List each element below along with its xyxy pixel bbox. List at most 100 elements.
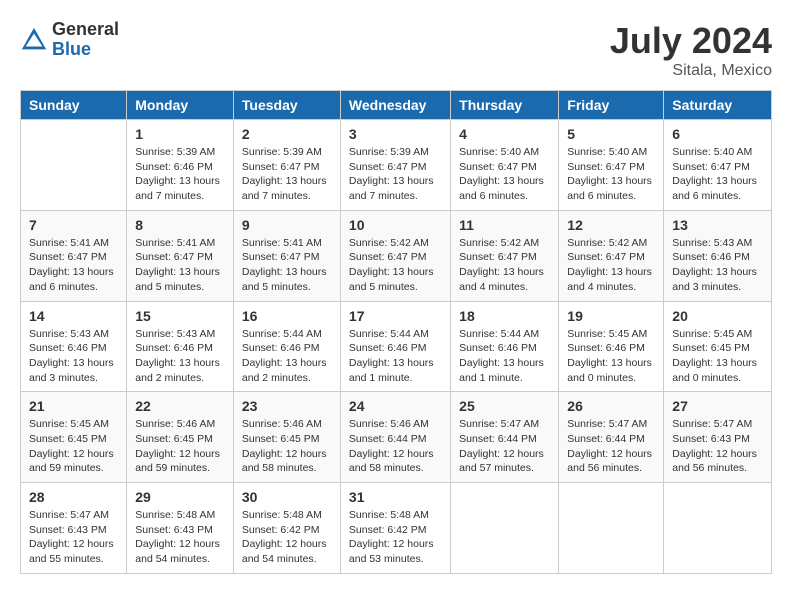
- calendar-week-5: 28 Sunrise: 5:47 AM Sunset: 6:43 PM Dayli…: [21, 483, 772, 574]
- day-number: 26: [567, 398, 655, 414]
- calendar-cell: 28 Sunrise: 5:47 AM Sunset: 6:43 PM Dayli…: [21, 483, 127, 574]
- day-number: 17: [349, 308, 442, 324]
- day-number: 10: [349, 217, 442, 233]
- day-info: Sunrise: 5:47 AM Sunset: 6:44 PM Dayligh…: [459, 417, 550, 476]
- calendar-cell: 9Sunrise: 5:41 AM Sunset: 6:47 PM Daylig…: [233, 210, 340, 301]
- day-info: Sunrise: 5:42 AM Sunset: 6:47 PM Dayligh…: [567, 236, 655, 295]
- day-info: Sunrise: 5:47 AM Sunset: 6:44 PM Dayligh…: [567, 417, 655, 476]
- day-info: Sunrise: 5:41 AM Sunset: 6:47 PM Dayligh…: [135, 236, 225, 295]
- day-number: 5: [567, 126, 655, 142]
- page-header: General Blue July 2024 Sitala, Mexico: [20, 20, 772, 80]
- day-number: 16: [242, 308, 332, 324]
- day-number: 6: [672, 126, 763, 142]
- calendar-cell: 6 Sunrise: 5:40 AM Sunset: 6:47 PM Daylig…: [664, 120, 772, 211]
- calendar-cell: 7 Sunrise: 5:41 AM Sunset: 6:47 PM Daylig…: [21, 210, 127, 301]
- day-number: 18: [459, 308, 550, 324]
- month-year: July 2024: [610, 20, 772, 62]
- logo-text: General Blue: [52, 20, 119, 60]
- calendar-cell: 1Sunrise: 5:39 AM Sunset: 6:46 PM Daylig…: [127, 120, 234, 211]
- day-info: Sunrise: 5:40 AM Sunset: 6:47 PM Dayligh…: [567, 145, 655, 204]
- day-info: Sunrise: 5:42 AM Sunset: 6:47 PM Dayligh…: [459, 236, 550, 295]
- day-number: 9: [242, 217, 332, 233]
- header-wednesday: Wednesday: [340, 91, 450, 120]
- day-number: 20: [672, 308, 763, 324]
- logo-icon: [20, 26, 48, 54]
- calendar-cell: 30 Sunrise: 5:48 AM Sunset: 6:42 PM Dayli…: [233, 483, 340, 574]
- day-number: 31: [349, 489, 442, 505]
- calendar-cell: [21, 120, 127, 211]
- calendar-week-2: 7 Sunrise: 5:41 AM Sunset: 6:47 PM Daylig…: [21, 210, 772, 301]
- day-info: Sunrise: 5:40 AM Sunset: 6:47 PM Dayligh…: [672, 145, 763, 204]
- day-info: Sunrise: 5:44 AM Sunset: 6:46 PM Dayligh…: [349, 327, 442, 386]
- calendar-cell: 4 Sunrise: 5:40 AM Sunset: 6:47 PM Daylig…: [451, 120, 559, 211]
- calendar-cell: 18 Sunrise: 5:44 AM Sunset: 6:46 PM Dayli…: [451, 301, 559, 392]
- calendar-cell: 20 Sunrise: 5:45 AM Sunset: 6:45 PM Dayli…: [664, 301, 772, 392]
- day-number: 15: [135, 308, 225, 324]
- calendar-body: 1Sunrise: 5:39 AM Sunset: 6:46 PM Daylig…: [21, 120, 772, 574]
- day-info: Sunrise: 5:43 AM Sunset: 6:46 PM Dayligh…: [672, 236, 763, 295]
- header-row: Sunday Monday Tuesday Wednesday Thursday…: [21, 91, 772, 120]
- day-number: 30: [242, 489, 332, 505]
- logo-blue: Blue: [52, 40, 119, 60]
- day-info: Sunrise: 5:46 AM Sunset: 6:45 PM Dayligh…: [242, 417, 332, 476]
- location: Sitala, Mexico: [610, 62, 772, 80]
- calendar-cell: 12 Sunrise: 5:42 AM Sunset: 6:47 PM Dayli…: [559, 210, 664, 301]
- calendar-cell: 23Sunrise: 5:46 AM Sunset: 6:45 PM Dayli…: [233, 392, 340, 483]
- day-info: Sunrise: 5:41 AM Sunset: 6:47 PM Dayligh…: [29, 236, 118, 295]
- calendar-cell: 26 Sunrise: 5:47 AM Sunset: 6:44 PM Dayli…: [559, 392, 664, 483]
- day-number: 11: [459, 217, 550, 233]
- day-number: 4: [459, 126, 550, 142]
- calendar-cell: 3Sunrise: 5:39 AM Sunset: 6:47 PM Daylig…: [340, 120, 450, 211]
- day-info: Sunrise: 5:48 AM Sunset: 6:42 PM Dayligh…: [349, 508, 442, 567]
- calendar-cell: 11 Sunrise: 5:42 AM Sunset: 6:47 PM Dayli…: [451, 210, 559, 301]
- calendar-cell: 5 Sunrise: 5:40 AM Sunset: 6:47 PM Daylig…: [559, 120, 664, 211]
- calendar-cell: 13Sunrise: 5:43 AM Sunset: 6:46 PM Dayli…: [664, 210, 772, 301]
- day-info: Sunrise: 5:46 AM Sunset: 6:45 PM Dayligh…: [135, 417, 225, 476]
- header-thursday: Thursday: [451, 91, 559, 120]
- calendar-cell: 21Sunrise: 5:45 AM Sunset: 6:45 PM Dayli…: [21, 392, 127, 483]
- header-sunday: Sunday: [21, 91, 127, 120]
- day-number: 21: [29, 398, 118, 414]
- calendar-week-4: 21Sunrise: 5:45 AM Sunset: 6:45 PM Dayli…: [21, 392, 772, 483]
- day-info: Sunrise: 5:48 AM Sunset: 6:42 PM Dayligh…: [242, 508, 332, 567]
- calendar-cell: 27Sunrise: 5:47 AM Sunset: 6:43 PM Dayli…: [664, 392, 772, 483]
- day-number: 3: [349, 126, 442, 142]
- header-monday: Monday: [127, 91, 234, 120]
- calendar-week-3: 14Sunrise: 5:43 AM Sunset: 6:46 PM Dayli…: [21, 301, 772, 392]
- calendar-cell: 25 Sunrise: 5:47 AM Sunset: 6:44 PM Dayli…: [451, 392, 559, 483]
- calendar-cell: 17 Sunrise: 5:44 AM Sunset: 6:46 PM Dayli…: [340, 301, 450, 392]
- day-number: 2: [242, 126, 332, 142]
- day-number: 27: [672, 398, 763, 414]
- day-info: Sunrise: 5:43 AM Sunset: 6:46 PM Dayligh…: [135, 327, 225, 386]
- day-info: Sunrise: 5:48 AM Sunset: 6:43 PM Dayligh…: [135, 508, 225, 567]
- calendar-cell: 10 Sunrise: 5:42 AM Sunset: 6:47 PM Dayli…: [340, 210, 450, 301]
- day-number: 24: [349, 398, 442, 414]
- day-info: Sunrise: 5:39 AM Sunset: 6:47 PM Dayligh…: [242, 145, 332, 204]
- day-info: Sunrise: 5:45 AM Sunset: 6:45 PM Dayligh…: [672, 327, 763, 386]
- day-info: Sunrise: 5:47 AM Sunset: 6:43 PM Dayligh…: [29, 508, 118, 567]
- calendar-cell: 19Sunrise: 5:45 AM Sunset: 6:46 PM Dayli…: [559, 301, 664, 392]
- day-number: 25: [459, 398, 550, 414]
- day-number: 28: [29, 489, 118, 505]
- day-info: Sunrise: 5:44 AM Sunset: 6:46 PM Dayligh…: [242, 327, 332, 386]
- calendar-cell: [559, 483, 664, 574]
- calendar-cell: 29 Sunrise: 5:48 AM Sunset: 6:43 PM Dayli…: [127, 483, 234, 574]
- calendar-cell: [664, 483, 772, 574]
- logo-general: General: [52, 20, 119, 40]
- calendar-cell: 15 Sunrise: 5:43 AM Sunset: 6:46 PM Dayli…: [127, 301, 234, 392]
- day-info: Sunrise: 5:42 AM Sunset: 6:47 PM Dayligh…: [349, 236, 442, 295]
- calendar-cell: [451, 483, 559, 574]
- day-info: Sunrise: 5:44 AM Sunset: 6:46 PM Dayligh…: [459, 327, 550, 386]
- calendar-cell: 24Sunrise: 5:46 AM Sunset: 6:44 PM Dayli…: [340, 392, 450, 483]
- calendar-cell: 8Sunrise: 5:41 AM Sunset: 6:47 PM Daylig…: [127, 210, 234, 301]
- day-number: 29: [135, 489, 225, 505]
- day-info: Sunrise: 5:43 AM Sunset: 6:46 PM Dayligh…: [29, 327, 118, 386]
- calendar-cell: 31 Sunrise: 5:48 AM Sunset: 6:42 PM Dayli…: [340, 483, 450, 574]
- day-info: Sunrise: 5:40 AM Sunset: 6:47 PM Dayligh…: [459, 145, 550, 204]
- day-number: 7: [29, 217, 118, 233]
- calendar-cell: 16 Sunrise: 5:44 AM Sunset: 6:46 PM Dayli…: [233, 301, 340, 392]
- day-info: Sunrise: 5:45 AM Sunset: 6:46 PM Dayligh…: [567, 327, 655, 386]
- calendar-cell: 14Sunrise: 5:43 AM Sunset: 6:46 PM Dayli…: [21, 301, 127, 392]
- day-number: 12: [567, 217, 655, 233]
- calendar-header: Sunday Monday Tuesday Wednesday Thursday…: [21, 91, 772, 120]
